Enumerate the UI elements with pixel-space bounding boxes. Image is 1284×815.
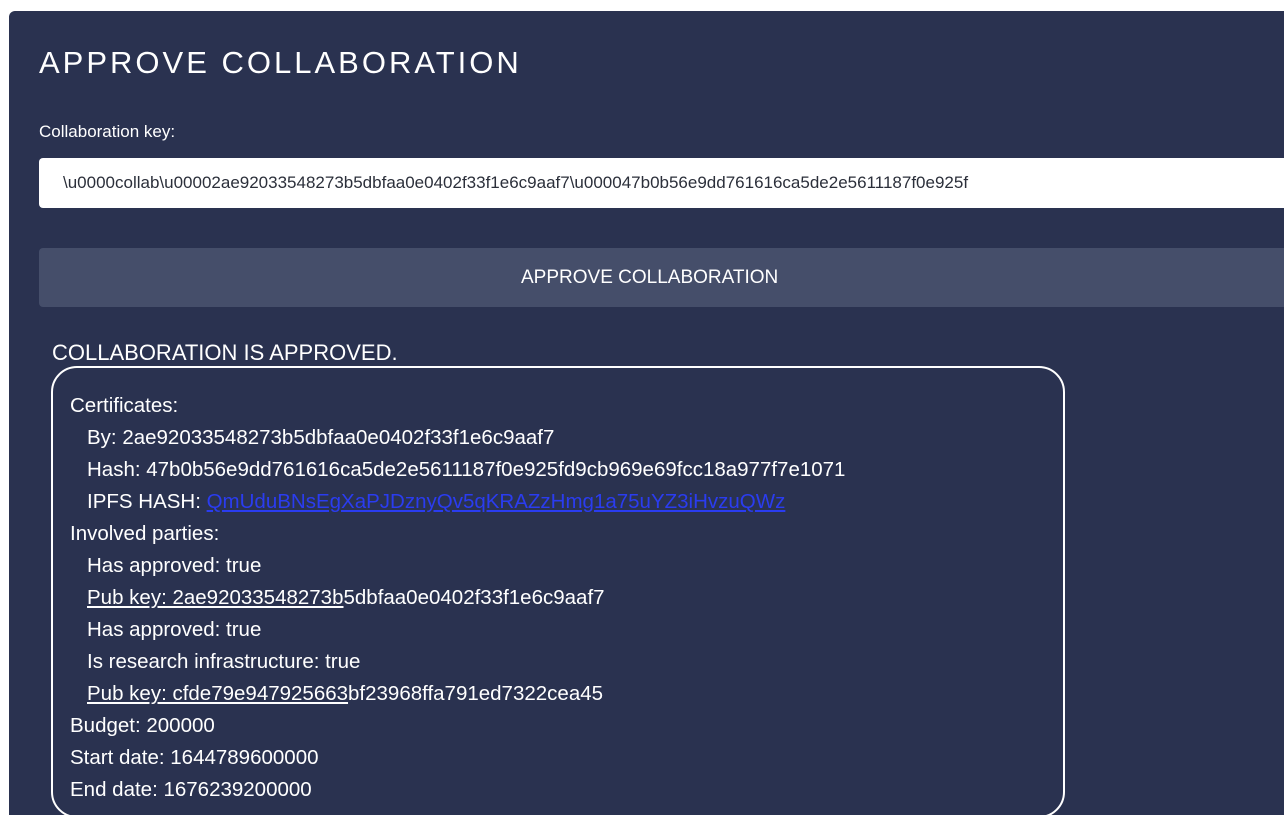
party-2-pub-key-underlined: Pub key: cfde79e947925663 (87, 682, 349, 705)
certificates-heading: Certificates: (70, 394, 179, 417)
approve-collaboration-panel: APPROVE COLLABORATION Collaboration key:… (9, 11, 1284, 815)
collaboration-key-label: Collaboration key: (39, 122, 176, 141)
collaboration-key-input[interactable] (39, 158, 1284, 208)
approval-status-text: COLLABORATION IS APPROVED. (52, 340, 398, 365)
involved-parties-heading: Involved parties: (70, 522, 220, 545)
page-title: APPROVE COLLABORATION (39, 45, 522, 80)
ipfs-hash-label: IPFS HASH: (87, 490, 207, 513)
party-2-pub-key: Pub key: cfde79e947925663bf23968ffa791ed… (70, 678, 1063, 710)
ipfs-hash-row: IPFS HASH: QmUduBNsEgXaPJDznyQv5qKRAZzHm… (70, 486, 1063, 518)
party-1-has-approved: Has approved: true (87, 554, 262, 577)
start-date: Start date: 1644789600000 (70, 746, 319, 769)
certificate-hash: Hash: 47b0b56e9dd761616ca5de2e5611187f0e… (87, 458, 846, 481)
budget: Budget: 200000 (70, 714, 215, 737)
party-2-research-infrastructure: Is research infrastructure: true (87, 650, 361, 673)
party-2-pub-key-rest: bf23968ffa791ed7322cea45 (348, 682, 604, 705)
party-1-pub-key-rest: 5dbfaa0e0402f33f1e6c9aaf7 (343, 586, 605, 609)
ipfs-hash-link[interactable]: QmUduBNsEgXaPJDznyQv5qKRAZzHmg1a75uYZ3iH… (207, 490, 786, 513)
party-1-pub-key-underlined: Pub key: 2ae92033548273b (87, 586, 344, 609)
collaboration-details-box: Certificates: By: 2ae92033548273b5dbfaa0… (51, 366, 1065, 815)
certificate-by: By: 2ae92033548273b5dbfaa0e0402f33f1e6c9… (87, 426, 555, 449)
end-date: End date: 1676239200000 (70, 778, 312, 801)
party-1-pub-key: Pub key: 2ae92033548273b5dbfaa0e0402f33f… (70, 582, 1063, 614)
approve-collaboration-button[interactable]: APPROVE COLLABORATION (39, 248, 1284, 307)
party-2-has-approved: Has approved: true (87, 618, 262, 641)
